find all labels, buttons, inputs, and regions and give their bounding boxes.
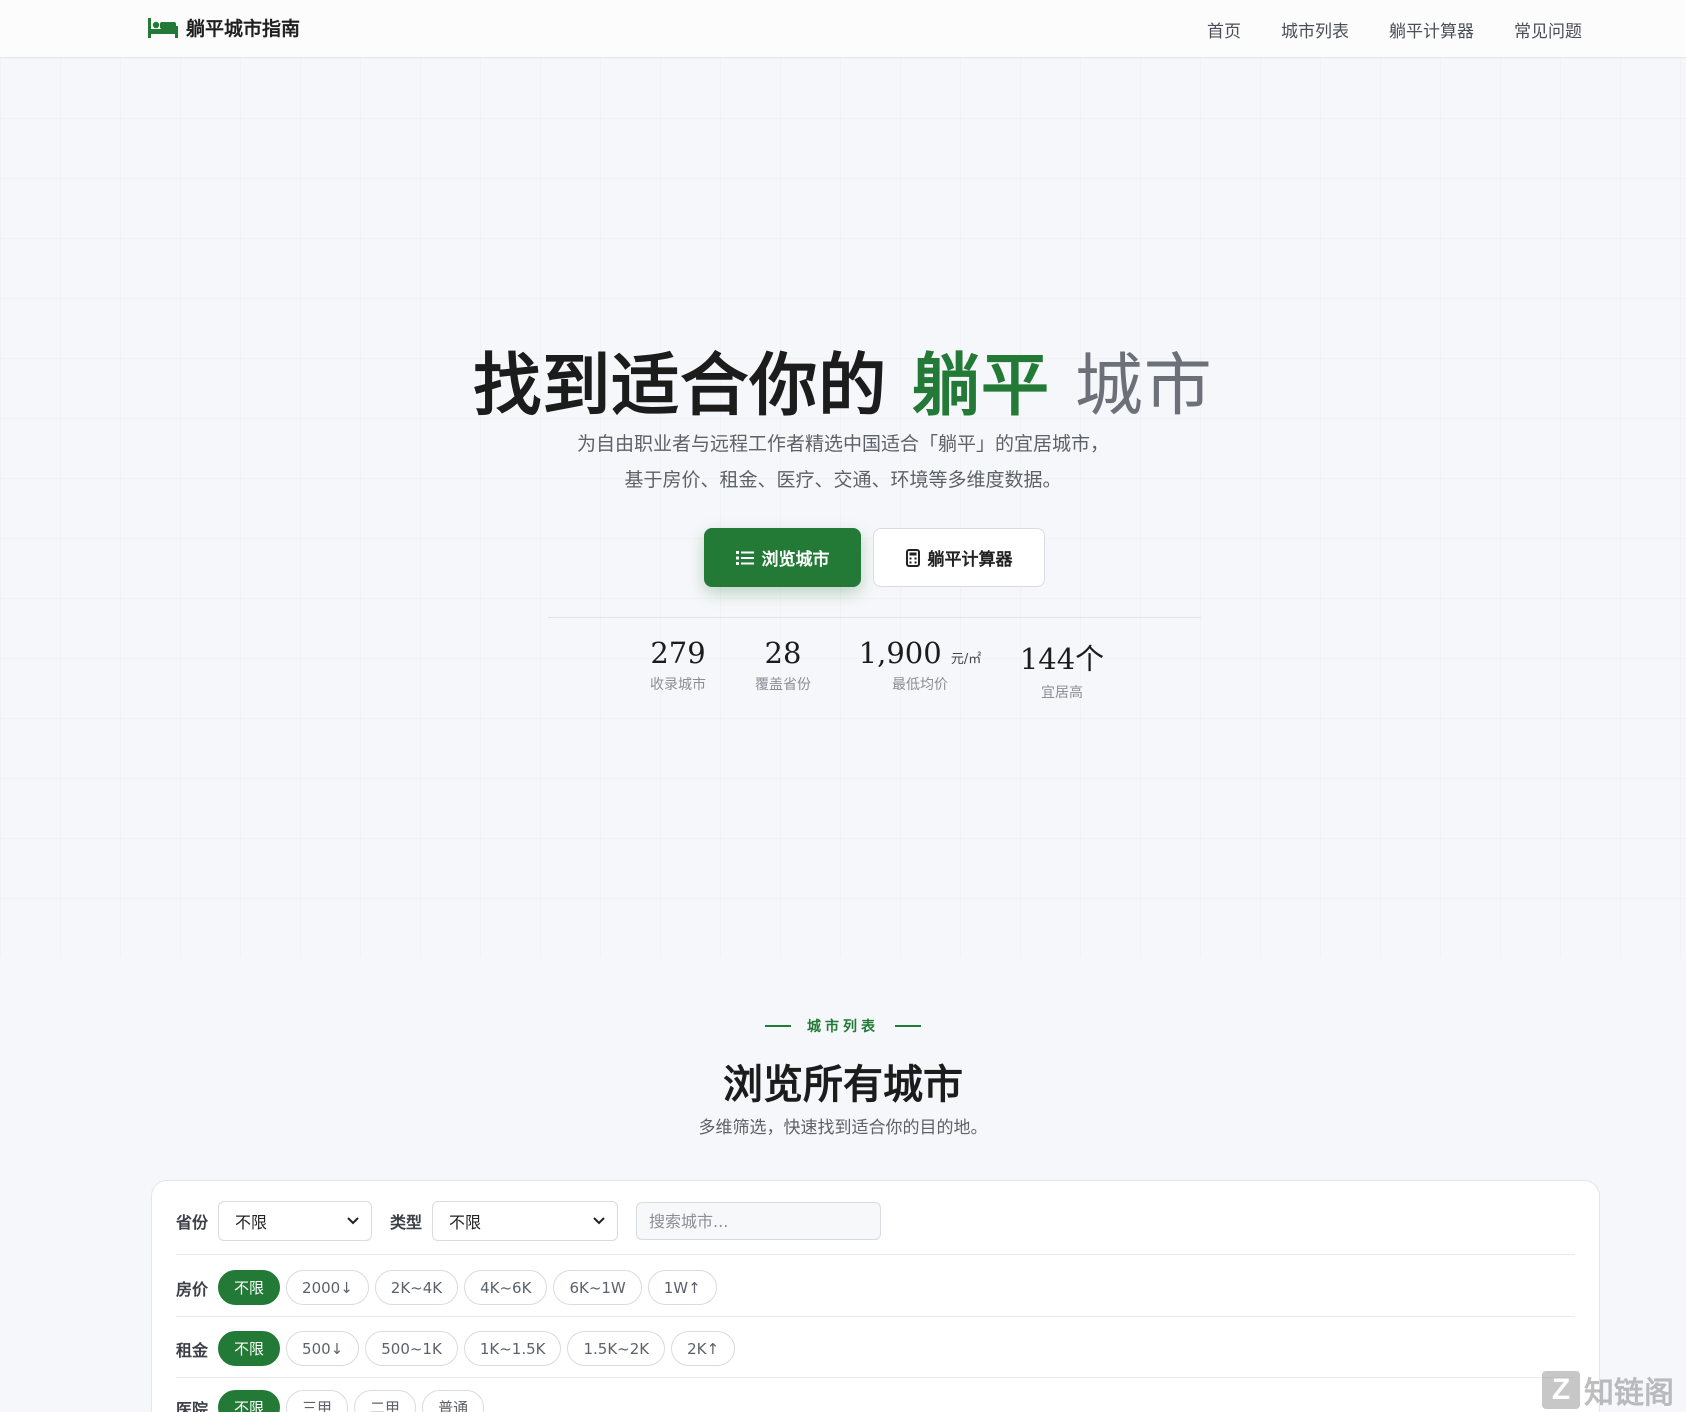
hero-title-part1: 找到适合你的 <box>473 347 888 426</box>
hero-subtitle: 为自由职业者与远程工作者精选中国适合「躺平」的宜居城市， 基于房价、租金、医疗、… <box>0 426 1686 498</box>
hero-title: 找到适合你的 躺平 城市 <box>0 330 1686 429</box>
city-search-input[interactable] <box>636 1202 882 1240</box>
eyebrow-text: 城市列表 <box>807 1019 879 1035</box>
eyebrow-line-right <box>895 1025 921 1027</box>
brand-name: 躺平城市指南 <box>186 18 301 40</box>
rent-chip[interactable]: 500↓ <box>286 1331 360 1366</box>
watermark-letter: Z <box>1542 1371 1580 1409</box>
nav-link-calculator[interactable]: 躺平计算器 <box>1389 17 1474 42</box>
filter-divider <box>176 1377 1575 1378</box>
calculator-label: 躺平计算器 <box>927 550 1013 570</box>
rent-chip[interactable]: 500~1K <box>365 1331 458 1366</box>
section-subtitle: 多维筛选，快速找到适合你的目的地。 <box>698 1118 988 1138</box>
price-chip[interactable]: 4K~6K <box>464 1270 548 1305</box>
price-chip[interactable]: 2K~4K <box>374 1270 459 1305</box>
calculator-button[interactable]: 躺平计算器 <box>873 528 1045 587</box>
stat-value: 144个 <box>1019 642 1105 676</box>
watermark-text: 知链阁 <box>1584 1376 1674 1411</box>
hero-divider <box>548 617 1201 618</box>
hero-title-accent: 躺平 <box>911 347 1050 426</box>
rent-chip-any[interactable]: 不限 <box>218 1331 281 1366</box>
section-title: 浏览所有城市 <box>723 1062 963 1108</box>
nav-link-home[interactable]: 首页 <box>1207 17 1241 42</box>
stat-unit: 元/㎡ <box>950 652 982 667</box>
stat-value: 28 <box>764 636 802 670</box>
type-label: 类型 <box>390 1213 423 1232</box>
province-select-value: 不限 <box>235 1213 268 1232</box>
stat-label: 最低均价 <box>892 677 948 693</box>
nav-link-city-list[interactable]: 城市列表 <box>1281 17 1349 42</box>
price-chip-any[interactable]: 不限 <box>218 1270 281 1305</box>
stat-value-wrap: 1,900 元/㎡ <box>855 636 985 670</box>
filter-row-medical: 医院 不限 三甲 二甲 普通 <box>176 1390 485 1412</box>
calculator-icon <box>905 548 920 567</box>
filter-row-rent: 租金 不限 500↓ 500~1K 1K~1.5K 1.5K~2K 2K↑ <box>176 1331 736 1366</box>
stat-cities: 279 收录城市 <box>640 636 716 694</box>
medical-chip-any[interactable]: 不限 <box>218 1390 281 1412</box>
hero-subtitle-line1: 为自由职业者与远程工作者精选中国适合「躺平」的宜居城市， <box>576 433 1109 455</box>
medical-chips: 不限 三甲 二甲 普通 <box>218 1390 485 1412</box>
stat-livable: 144个 宜居高 <box>1017 636 1107 702</box>
medical-chip[interactable]: 三甲 <box>286 1390 349 1412</box>
bed-icon <box>148 17 178 38</box>
type-select[interactable]: 不限 <box>432 1201 619 1241</box>
rent-chip[interactable]: 2K↑ <box>671 1331 736 1366</box>
browse-cities-label: 浏览城市 <box>761 550 830 570</box>
hero-subtitle-line2: 基于房价、租金、医疗、交通、环境等多维度数据。 <box>624 469 1062 491</box>
price-chips: 不限 2000↓ 2K~4K 4K~6K 6K~1W 1W↑ <box>218 1270 717 1305</box>
rent-chip[interactable]: 1K~1.5K <box>463 1331 562 1366</box>
section-eyebrow: 城市列表 <box>0 1016 1686 1036</box>
stat-label: 覆盖省份 <box>755 677 811 693</box>
stat-label: 宜居高 <box>1041 685 1083 701</box>
stat-value: 279 <box>650 636 706 670</box>
watermark-logo: Z 知链阁 <box>1542 1368 1674 1412</box>
price-chip[interactable]: 2000↓ <box>286 1270 369 1305</box>
browse-cities-button[interactable]: 浏览城市 <box>704 528 861 587</box>
chevron-down-icon <box>347 1217 359 1225</box>
list-icon <box>735 550 754 565</box>
filter-row-top: 省份 不限 类型 不限 <box>176 1201 882 1241</box>
price-label: 房价 <box>176 1279 209 1299</box>
stat-value: 1,900 <box>858 636 942 670</box>
hero-background-grid <box>0 58 1686 958</box>
stat-provinces: 28 覆盖省份 <box>745 636 821 694</box>
rent-chip[interactable]: 1.5K~2K <box>567 1331 666 1366</box>
medical-chip[interactable]: 普通 <box>422 1390 485 1412</box>
filter-divider <box>176 1254 1575 1255</box>
filter-card: 省份 不限 类型 不限 房价 不限 2000↓ 2K~4K 4K~6K 6K~1… <box>151 1180 1600 1412</box>
rent-chips: 不限 500↓ 500~1K 1K~1.5K 1.5K~2K 2K↑ <box>218 1331 736 1366</box>
stat-lowest-price: 1,900 元/㎡ 最低均价 <box>855 636 985 694</box>
filter-row-price: 房价 不限 2000↓ 2K~4K 4K~6K 6K~1W 1W↑ <box>176 1270 717 1305</box>
medical-chip[interactable]: 二甲 <box>354 1390 417 1412</box>
stat-label: 收录城市 <box>650 677 706 693</box>
rent-label: 租金 <box>176 1340 209 1360</box>
type-select-value: 不限 <box>449 1213 482 1232</box>
nav-links: 首页 城市列表 躺平计算器 常见问题 <box>1207 17 1582 42</box>
brand-logo[interactable]: 躺平城市指南 <box>148 14 300 41</box>
nav-link-faq[interactable]: 常见问题 <box>1514 17 1582 42</box>
top-navbar: 躺平城市指南 首页 城市列表 躺平计算器 常见问题 <box>0 0 1686 58</box>
chevron-down-icon <box>593 1217 605 1225</box>
filter-divider <box>176 1316 1575 1317</box>
eyebrow-line-left <box>765 1025 791 1027</box>
province-label: 省份 <box>176 1213 209 1232</box>
medical-label: 医院 <box>176 1399 209 1412</box>
price-chip[interactable]: 6K~1W <box>553 1270 642 1305</box>
price-chip[interactable]: 1W↑ <box>647 1270 717 1305</box>
hero-title-part2: 城市 <box>1074 347 1213 426</box>
province-select[interactable]: 不限 <box>218 1201 373 1241</box>
